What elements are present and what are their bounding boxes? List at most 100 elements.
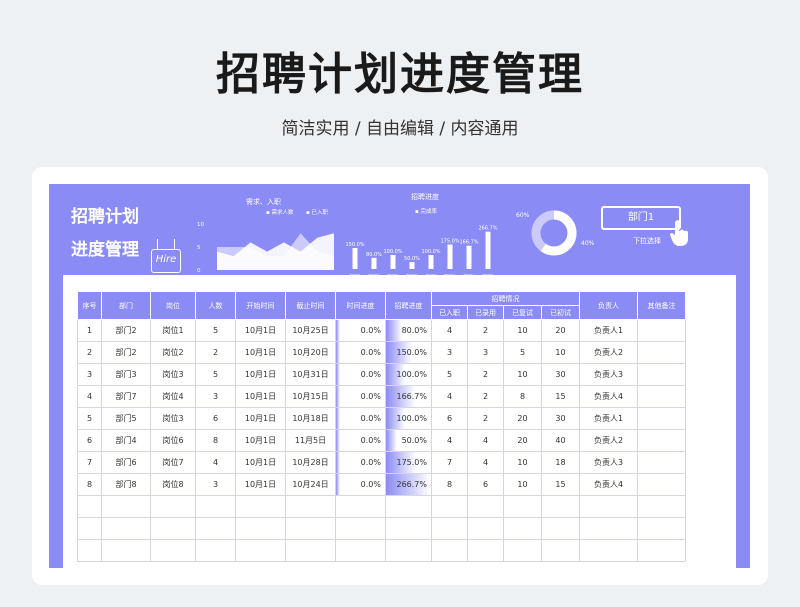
- empty-cell[interactable]: [335, 495, 386, 518]
- empty-cell[interactable]: [579, 517, 638, 540]
- cell-first-interview[interactable]: 30: [541, 407, 580, 430]
- cell-index[interactable]: 1: [77, 319, 102, 342]
- cell-dept[interactable]: 部门3: [101, 363, 151, 386]
- cell-offered[interactable]: 4: [467, 451, 504, 474]
- empty-cell[interactable]: [195, 539, 236, 562]
- empty-cell[interactable]: [503, 495, 542, 518]
- cell-deadline[interactable]: 10月28日: [285, 451, 336, 474]
- cell-position[interactable]: 岗位7: [150, 451, 196, 474]
- empty-cell[interactable]: [467, 495, 504, 518]
- cell-owner[interactable]: 负责人1: [579, 407, 638, 430]
- cell-index[interactable]: 5: [77, 407, 102, 430]
- cell-notes[interactable]: [637, 385, 686, 408]
- cell-dept[interactable]: 部门7: [101, 385, 151, 408]
- cell-hired[interactable]: 6: [431, 407, 468, 430]
- cell-notes[interactable]: [637, 319, 686, 342]
- cell-index[interactable]: 6: [77, 429, 102, 452]
- cell-offered[interactable]: 4: [467, 429, 504, 452]
- cell-owner[interactable]: 负责人2: [579, 341, 638, 364]
- cell-dept[interactable]: 部门5: [101, 407, 151, 430]
- cell-start[interactable]: 10月1日: [235, 341, 286, 364]
- cell-notes[interactable]: [637, 407, 686, 430]
- cell-first-interview[interactable]: 15: [541, 473, 580, 496]
- cell-owner[interactable]: 负责人1: [579, 319, 638, 342]
- cell-position[interactable]: 岗位4: [150, 385, 196, 408]
- cell-first-interview[interactable]: 18: [541, 451, 580, 474]
- cell-first-interview[interactable]: 20: [541, 319, 580, 342]
- cell-notes[interactable]: [637, 363, 686, 386]
- cell-offered[interactable]: 3: [467, 341, 504, 364]
- empty-cell[interactable]: [77, 539, 102, 562]
- cell-offered[interactable]: 2: [467, 319, 504, 342]
- empty-cell[interactable]: [579, 495, 638, 518]
- empty-cell[interactable]: [335, 517, 386, 540]
- empty-cell[interactable]: [503, 517, 542, 540]
- empty-cell[interactable]: [541, 495, 580, 518]
- cell-second-interview[interactable]: 10: [503, 363, 542, 386]
- cell-position[interactable]: 岗位8: [150, 473, 196, 496]
- empty-cell[interactable]: [385, 539, 432, 562]
- cell-second-interview[interactable]: 10: [503, 473, 542, 496]
- cell-start[interactable]: 10月1日: [235, 429, 286, 452]
- empty-cell[interactable]: [637, 517, 686, 540]
- cell-deadline[interactable]: 10月25日: [285, 319, 336, 342]
- empty-cell[interactable]: [637, 539, 686, 562]
- cell-count[interactable]: 8: [195, 429, 236, 452]
- cell-time-progress[interactable]: 0.0%: [335, 319, 386, 342]
- empty-cell[interactable]: [235, 517, 286, 540]
- cell-hired[interactable]: 8: [431, 473, 468, 496]
- cell-time-progress[interactable]: 0.0%: [335, 363, 386, 386]
- cell-hired[interactable]: 4: [431, 429, 468, 452]
- empty-cell[interactable]: [101, 517, 151, 540]
- cell-time-progress[interactable]: 0.0%: [335, 429, 386, 452]
- cell-position[interactable]: 岗位3: [150, 363, 196, 386]
- empty-cell[interactable]: [541, 539, 580, 562]
- cell-position[interactable]: 岗位3: [150, 407, 196, 430]
- cell-owner[interactable]: 负责人4: [579, 385, 638, 408]
- cell-owner[interactable]: 负责人2: [579, 429, 638, 452]
- cell-offered[interactable]: 2: [467, 407, 504, 430]
- cell-index[interactable]: 3: [77, 363, 102, 386]
- cell-recruit-progress[interactable]: 50.0%: [385, 429, 432, 452]
- cell-start[interactable]: 10月1日: [235, 319, 286, 342]
- cell-notes[interactable]: [637, 451, 686, 474]
- cell-offered[interactable]: 2: [467, 385, 504, 408]
- empty-cell[interactable]: [150, 539, 196, 562]
- empty-cell[interactable]: [101, 495, 151, 518]
- cell-notes[interactable]: [637, 473, 686, 496]
- cell-recruit-progress[interactable]: 150.0%: [385, 341, 432, 364]
- cell-recruit-progress[interactable]: 100.0%: [385, 363, 432, 386]
- cell-start[interactable]: 10月1日: [235, 473, 286, 496]
- cell-first-interview[interactable]: 15: [541, 385, 580, 408]
- cell-first-interview[interactable]: 30: [541, 363, 580, 386]
- cell-index[interactable]: 8: [77, 473, 102, 496]
- cell-first-interview[interactable]: 10: [541, 341, 580, 364]
- cell-index[interactable]: 4: [77, 385, 102, 408]
- empty-cell[interactable]: [431, 539, 468, 562]
- cell-time-progress[interactable]: 0.0%: [335, 407, 386, 430]
- empty-cell[interactable]: [195, 517, 236, 540]
- cell-count[interactable]: 2: [195, 341, 236, 364]
- empty-cell[interactable]: [431, 517, 468, 540]
- empty-cell[interactable]: [77, 495, 102, 518]
- cell-count[interactable]: 4: [195, 451, 236, 474]
- empty-cell[interactable]: [101, 539, 151, 562]
- empty-cell[interactable]: [335, 539, 386, 562]
- empty-cell[interactable]: [385, 495, 432, 518]
- cell-index[interactable]: 7: [77, 451, 102, 474]
- cell-count[interactable]: 3: [195, 385, 236, 408]
- cell-count[interactable]: 6: [195, 407, 236, 430]
- cell-dept[interactable]: 部门2: [101, 341, 151, 364]
- cell-offered[interactable]: 2: [467, 363, 504, 386]
- cell-recruit-progress[interactable]: 80.0%: [385, 319, 432, 342]
- empty-cell[interactable]: [285, 517, 336, 540]
- cell-hired[interactable]: 7: [431, 451, 468, 474]
- cell-owner[interactable]: 负责人4: [579, 473, 638, 496]
- cell-deadline[interactable]: 11月5日: [285, 429, 336, 452]
- cell-start[interactable]: 10月1日: [235, 407, 286, 430]
- cell-recruit-progress[interactable]: 175.0%: [385, 451, 432, 474]
- empty-cell[interactable]: [541, 517, 580, 540]
- cell-hired[interactable]: 4: [431, 385, 468, 408]
- cell-offered[interactable]: 6: [467, 473, 504, 496]
- cell-hired[interactable]: 5: [431, 363, 468, 386]
